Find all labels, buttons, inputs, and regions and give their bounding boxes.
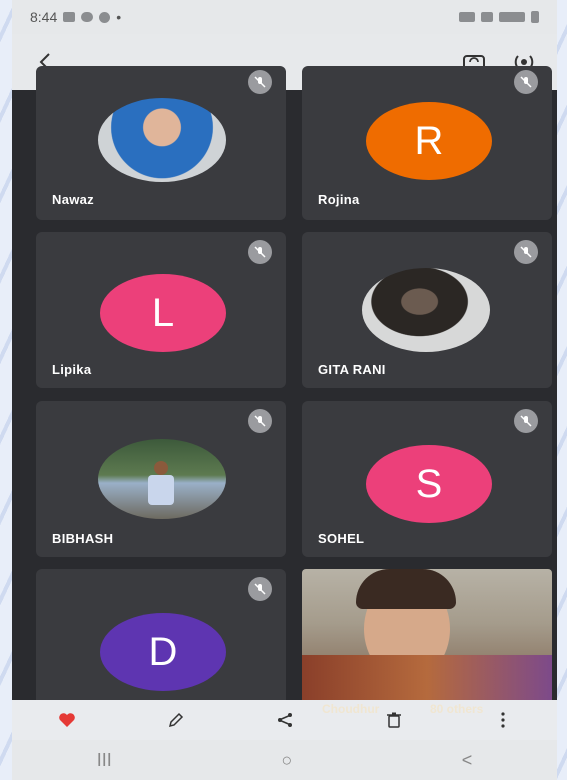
avatar-initial: L	[100, 274, 226, 352]
signal-icon	[499, 12, 525, 22]
gallery-icon	[63, 12, 76, 22]
participant-name: SOHEL	[318, 531, 365, 546]
phone-screen: 8:44 • Nawaz R Rojina L Lipika GITA RANI…	[12, 0, 557, 780]
mic-off-icon	[248, 240, 272, 264]
avatar-photo	[362, 268, 490, 352]
participant-tile-lipika[interactable]: L Lipika	[36, 232, 286, 388]
speaker-clothing	[302, 655, 552, 704]
avatar-photo	[98, 98, 226, 182]
participant-tile-sohel[interactable]: S SOHEL	[302, 401, 552, 557]
participant-tile-rojina[interactable]: R Rojina	[302, 66, 552, 220]
avatar-initial: S	[366, 445, 492, 523]
avatar-photo	[98, 439, 226, 519]
status-left: 8:44 •	[30, 9, 121, 25]
status-bar: 8:44 •	[12, 0, 557, 34]
speaker-hair	[356, 569, 456, 609]
heart-icon	[58, 713, 75, 727]
participant-tile-nawaz[interactable]: Nawaz	[36, 66, 286, 220]
more-vert-icon	[500, 712, 505, 728]
status-right	[459, 11, 539, 23]
annotate-button[interactable]	[158, 702, 194, 738]
participant-name: Rojina	[318, 192, 360, 207]
mic-off-icon	[514, 409, 538, 433]
avatar-initial: R	[366, 102, 492, 180]
wifi-icon	[481, 12, 493, 22]
active-speaker-video[interactable]	[302, 569, 552, 704]
others-count: 80 others	[430, 702, 484, 716]
system-nav-bar: III ○ <	[12, 740, 557, 780]
mic-off-icon	[514, 240, 538, 264]
participant-tile-bibhash[interactable]: BIBHASH	[36, 401, 286, 557]
status-time: 8:44	[30, 9, 58, 25]
cloud-icon	[81, 12, 94, 22]
participant-name: BIBHASH	[52, 531, 114, 546]
participant-tile-gita-rani[interactable]: GITA RANI	[302, 232, 552, 388]
recents-button[interactable]: III	[97, 750, 112, 771]
share-button[interactable]	[267, 702, 303, 738]
delete-button[interactable]	[376, 702, 412, 738]
participant-name: Nawaz	[52, 192, 94, 207]
vowifi-icon	[459, 12, 475, 22]
whatsapp-icon	[99, 11, 111, 23]
avatar-initial: D	[100, 613, 226, 691]
battery-icon	[531, 11, 539, 23]
active-speaker-name: Choudhur	[322, 702, 380, 716]
system-back-button[interactable]: <	[462, 750, 473, 771]
home-button[interactable]: ○	[281, 750, 292, 771]
share-icon	[277, 713, 292, 727]
mic-off-icon	[248, 409, 272, 433]
mic-off-icon	[248, 70, 272, 94]
pen-icon	[168, 712, 183, 728]
mic-off-icon	[248, 577, 272, 601]
react-button[interactable]	[49, 702, 85, 738]
trash-icon	[386, 712, 401, 728]
more-options-button[interactable]	[485, 702, 521, 738]
mic-off-icon	[514, 70, 538, 94]
participant-name: Lipika	[52, 362, 92, 377]
more-dot-icon: •	[116, 9, 122, 25]
participant-tile-you[interactable]: D You	[36, 569, 286, 709]
participant-name: GITA RANI	[318, 362, 386, 377]
